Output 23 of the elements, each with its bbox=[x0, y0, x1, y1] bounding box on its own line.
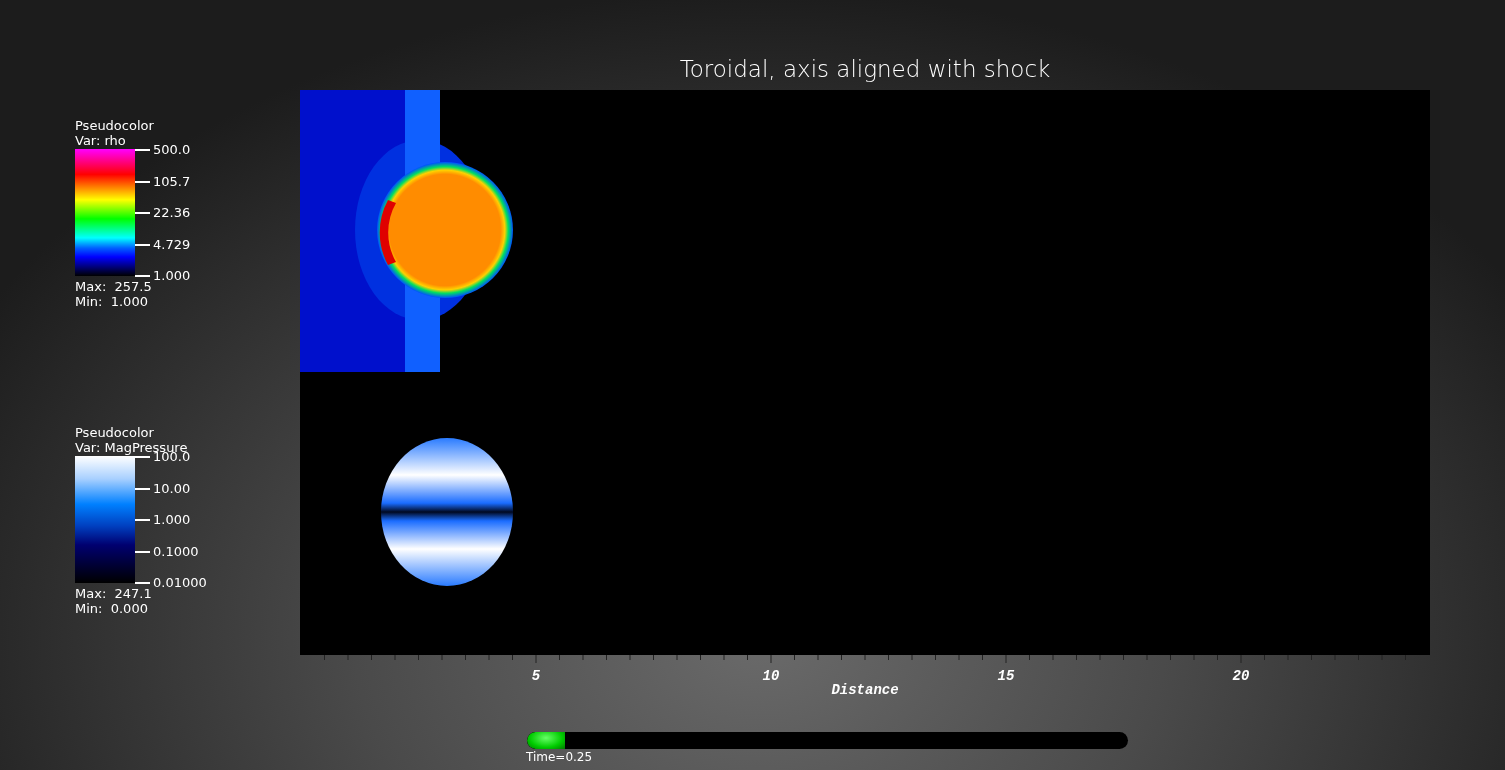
axis-tick-label: 10 bbox=[762, 667, 780, 686]
legend-tick-label: 105.7 bbox=[153, 174, 191, 189]
legend-tick-label: 4.729 bbox=[153, 237, 191, 252]
legend-max: Max: 247.1 bbox=[75, 586, 152, 601]
legend-tick-label: 500.0 bbox=[153, 142, 191, 157]
legend-tick-label: 0.01000 bbox=[153, 575, 207, 590]
axis-title: Distance bbox=[831, 681, 899, 700]
legend-min: Min: 1.000 bbox=[75, 294, 148, 309]
legend-tick-label: 0.1000 bbox=[153, 544, 199, 559]
legend-tick-label: 10.00 bbox=[153, 481, 191, 496]
legend-tick-label: 22.36 bbox=[153, 205, 191, 220]
legend-variable: Var: rho bbox=[75, 133, 126, 148]
time-label: Time=0.25 bbox=[526, 750, 593, 764]
plot-title: Toroidal, axis aligned with shock bbox=[678, 55, 1052, 84]
legend-min: Min: 0.000 bbox=[75, 601, 148, 616]
axis-tick-label: 15 bbox=[997, 667, 1015, 686]
legend-tick-label: 1.000 bbox=[153, 512, 191, 527]
axis-tick-label: 5 bbox=[531, 667, 541, 686]
legend-title: Pseudocolor bbox=[75, 425, 154, 440]
legend-tick-label: 1.000 bbox=[153, 268, 191, 283]
legend-title: Pseudocolor bbox=[75, 118, 154, 133]
legend-max: Max: 257.5 bbox=[75, 279, 152, 294]
axis-tick-label: 20 bbox=[1232, 667, 1250, 686]
